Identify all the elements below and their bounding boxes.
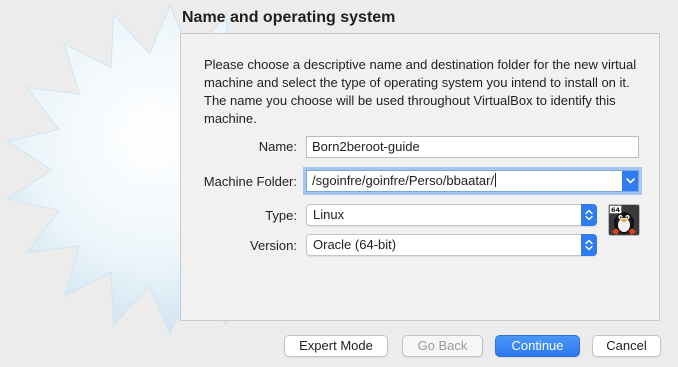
cancel-button[interactable]: Cancel <box>592 335 661 357</box>
section-title: Name and operating system <box>182 9 396 26</box>
name-field[interactable]: Born2beroot-guide <box>306 136 639 158</box>
description-text: Please choose a descriptive name and des… <box>204 57 637 126</box>
type-label: Type: <box>265 208 297 223</box>
machine-folder-label: Machine Folder: <box>203 174 297 189</box>
machine-folder-combobox[interactable]: /sgoinfre/goinfre/Perso/bbaatar/ <box>306 170 639 192</box>
version-label: Version: <box>250 238 297 253</box>
up-down-arrows-icon <box>581 234 597 256</box>
type-select-value: Linux <box>313 207 345 222</box>
type-select[interactable]: Linux <box>306 204 597 226</box>
expert-mode-button[interactable]: Expert Mode <box>284 335 388 357</box>
name-label: Name: <box>258 139 297 154</box>
machine-folder-value: /sgoinfre/goinfre/Perso/bbaatar/ <box>312 173 495 188</box>
name-field-value: Born2beroot-guide <box>312 139 420 154</box>
up-down-arrows-icon <box>581 204 597 226</box>
go-back-button[interactable]: Go Back <box>402 335 483 357</box>
version-select-value: Oracle (64-bit) <box>313 237 397 252</box>
chevron-down-icon[interactable] <box>622 171 638 191</box>
version-select[interactable]: Oracle (64-bit) <box>306 234 597 256</box>
continue-button[interactable]: Continue <box>495 335 580 357</box>
oracle-linux-64-icon: 64 <box>608 204 640 236</box>
os-icon-badge: 64 <box>611 206 621 214</box>
text-caret <box>495 173 497 187</box>
